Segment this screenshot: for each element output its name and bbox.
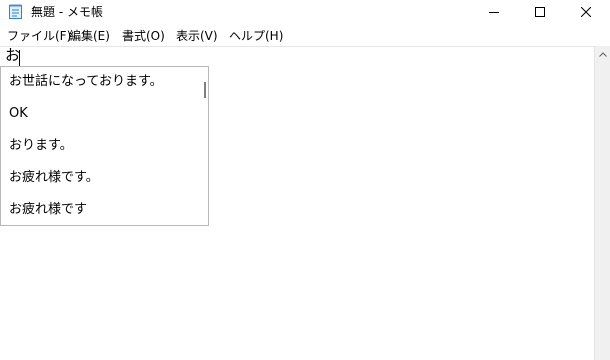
menu-file[interactable]: ファイル(F) bbox=[7, 29, 71, 43]
menu-help[interactable]: ヘルプ(H) bbox=[229, 29, 283, 43]
window-title: 無題 - メモ帳 bbox=[31, 5, 103, 19]
ime-candidate-4[interactable]: お疲れ様です。 bbox=[9, 170, 99, 186]
ime-candidate-3[interactable]: おります。 bbox=[9, 138, 73, 154]
scroll-up-button[interactable] bbox=[595, 46, 610, 63]
maximize-icon bbox=[535, 7, 545, 17]
menu-format[interactable]: 書式(O) bbox=[122, 29, 165, 43]
minimize-button[interactable] bbox=[471, 0, 517, 24]
menu-edit[interactable]: 編集(E) bbox=[69, 29, 110, 43]
menu-bar: ファイル(F) 編集(E) 書式(O) 表示(V) ヘルプ(H) bbox=[0, 27, 610, 46]
ime-scroll-thumb[interactable] bbox=[204, 82, 206, 98]
notepad-icon bbox=[9, 4, 22, 19]
menu-view[interactable]: 表示(V) bbox=[176, 29, 218, 43]
close-button[interactable] bbox=[563, 0, 609, 24]
vertical-scrollbar[interactable] bbox=[594, 46, 610, 360]
maximize-button[interactable] bbox=[517, 0, 563, 24]
ime-candidate-1[interactable]: お世話になっております。 bbox=[9, 74, 163, 90]
close-icon bbox=[581, 7, 591, 17]
ime-candidate-list: お世話になっております。 OK おります。 お疲れ様です。 お疲れ様です bbox=[0, 66, 209, 226]
ime-candidate-2[interactable]: OK bbox=[9, 106, 28, 122]
editor-content: お bbox=[5, 46, 21, 64]
text-caret bbox=[19, 50, 20, 66]
title-bar: 無題 - メモ帳 bbox=[0, 0, 610, 24]
scroll-up-arrow-icon bbox=[599, 52, 607, 57]
ime-candidate-5[interactable]: お疲れ様です bbox=[9, 202, 87, 218]
minimize-icon bbox=[489, 12, 499, 13]
